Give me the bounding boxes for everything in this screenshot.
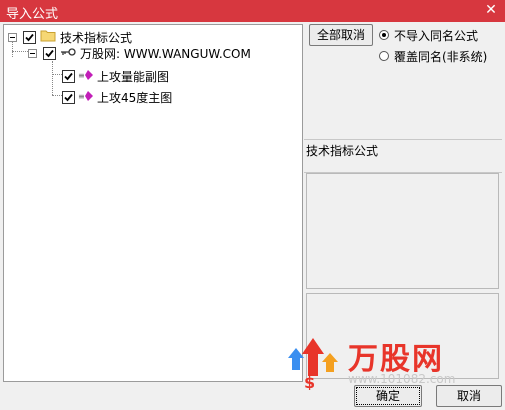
source-checkbox[interactable] <box>43 46 56 60</box>
brand-logo: $ 万股网 www.101082.com <box>286 328 486 390</box>
cancel-all-button[interactable]: 全部取消 <box>309 24 373 46</box>
radio-skip-duplicates[interactable] <box>379 30 389 40</box>
title-bar[interactable]: 导入公式 ✕ <box>0 0 505 22</box>
logo-arrows-icon: $ <box>288 338 338 390</box>
tree-node-label: 上攻45度主图 <box>97 90 173 105</box>
svg-text:≡: ≡ <box>78 92 85 101</box>
tree-node-root[interactable]: 技术指标公式 <box>8 29 132 45</box>
formula-tree[interactable]: 技术指标公式 万股网: WWW.WANGUW.COM ≡ 上攻量能副图 ≡ 上攻… <box>3 24 303 382</box>
option-label: 覆盖同名(非系统) <box>394 49 488 64</box>
brand-url: www.101082.com <box>348 372 456 386</box>
window-title: 导入公式 <box>6 7 59 22</box>
formula-checkbox[interactable] <box>62 69 75 83</box>
tree-node-source[interactable]: 万股网: WWW.WANGUW.COM <box>28 45 251 61</box>
collapse-toggle[interactable] <box>8 32 17 42</box>
formula-type-text: 技术指标公式 <box>306 144 379 158</box>
ok-button[interactable]: 确定 <box>354 385 422 407</box>
formula-icon: ≡ <box>78 69 94 84</box>
key-icon <box>60 46 76 60</box>
formula-type-label: 技术指标公式 <box>304 139 502 173</box>
close-icon[interactable]: ✕ <box>483 0 499 20</box>
tree-node-label: 上攻量能副图 <box>97 69 170 84</box>
tree-node-formula[interactable]: ≡ 上攻量能副图 <box>58 68 169 84</box>
svg-text:$: $ <box>304 373 315 390</box>
svg-text:≡: ≡ <box>78 71 85 80</box>
cancel-button[interactable]: 取消 <box>436 385 502 407</box>
formula-checkbox[interactable] <box>62 90 75 104</box>
tree-connector <box>52 61 53 95</box>
description-box <box>306 173 499 289</box>
tree-connector <box>12 51 28 52</box>
folder-icon <box>40 29 56 45</box>
root-checkbox[interactable] <box>23 30 36 44</box>
option-skip-duplicates[interactable]: 不导入同名公式 <box>379 27 478 43</box>
tree-node-formula[interactable]: ≡ 上攻45度主图 <box>58 89 172 105</box>
tree-node-label: 技术指标公式 <box>60 30 133 45</box>
formula-icon: ≡ <box>78 90 94 105</box>
collapse-toggle[interactable] <box>28 48 37 58</box>
tree-node-label: 万股网: WWW.WANGUW.COM <box>80 46 251 61</box>
option-overwrite[interactable]: 覆盖同名(非系统) <box>379 48 487 64</box>
option-label: 不导入同名公式 <box>394 28 479 43</box>
radio-overwrite[interactable] <box>379 51 389 61</box>
